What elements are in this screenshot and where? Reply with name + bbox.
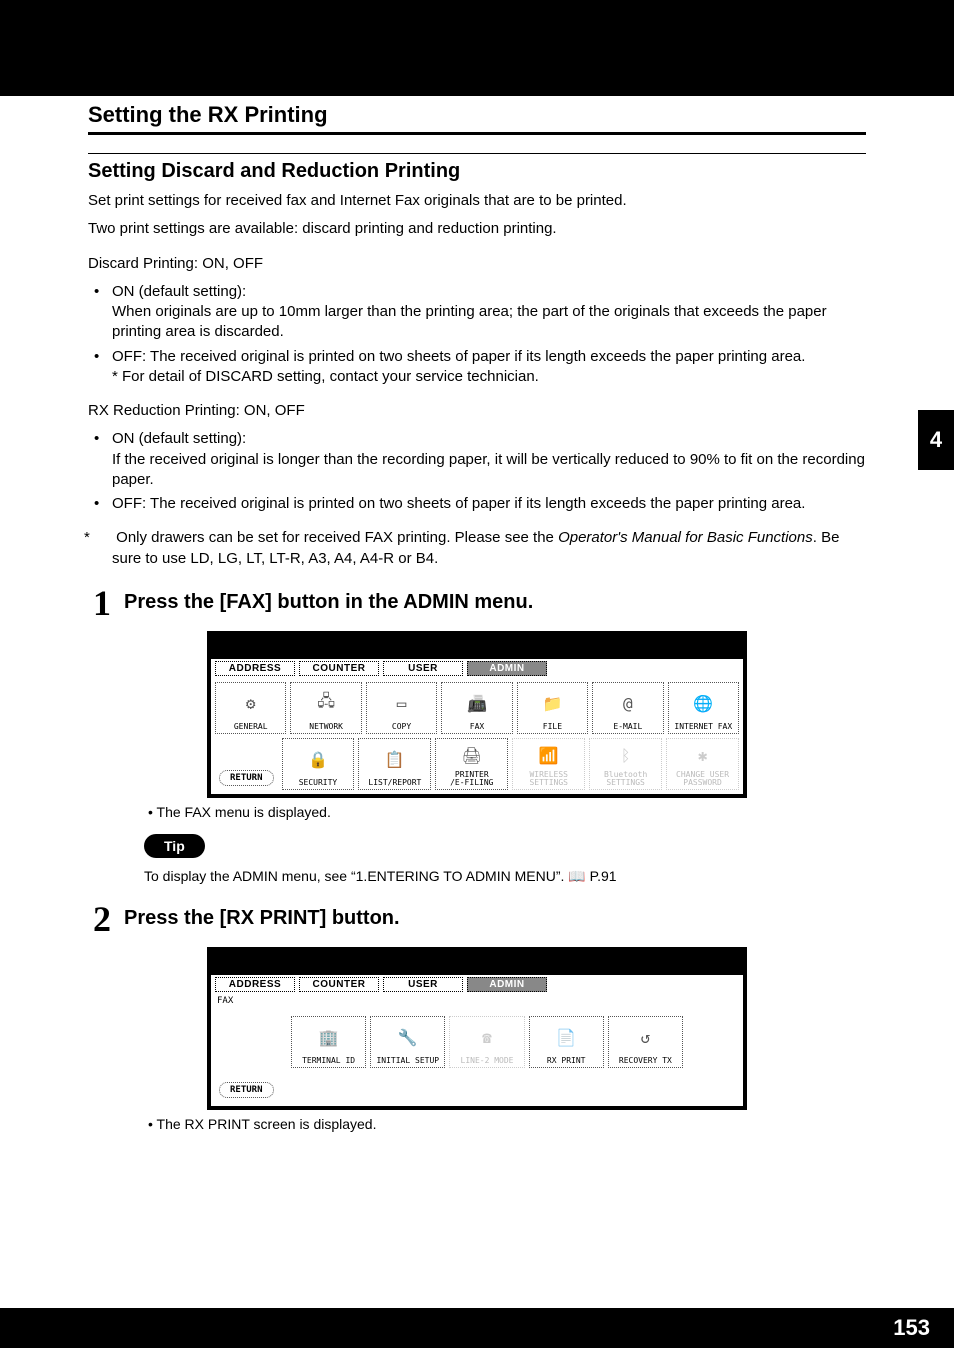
section-heading: Setting Discard and Reduction Printing	[88, 153, 866, 183]
screenshot-fax-menu: ADDRESS COUNTER USER ADMIN FAX 🏢TERMINAL…	[207, 947, 747, 1110]
heading-rule	[88, 132, 866, 135]
step-1-note: The FAX menu is displayed.	[148, 804, 866, 820]
discard-on-text: When originals are up to 10mm larger tha…	[112, 303, 827, 340]
step-1-number: 1	[88, 585, 116, 621]
step-2-note: The RX PRINT screen is displayed.	[148, 1116, 866, 1132]
rx-on-text: If the received original is longer than …	[112, 451, 865, 488]
rx-list: ON (default setting): If the received or…	[88, 429, 866, 514]
tab-address[interactable]: ADDRESS	[215, 661, 295, 676]
intro-p2: Two print settings are available: discar…	[88, 219, 866, 239]
wireless-icon: 📶	[539, 741, 559, 771]
copy-icon: ▭	[397, 685, 407, 722]
btn-fax[interactable]: 📠FAX	[441, 682, 512, 734]
rx-print-icon: 📄	[556, 1019, 576, 1056]
internet-fax-icon: 🌐	[693, 685, 713, 722]
btn-security[interactable]: 🔒SECURITY	[282, 738, 355, 790]
page-footer: 153	[0, 1308, 954, 1348]
step-1-title: Press the [FAX] button in the ADMIN menu…	[124, 585, 533, 614]
password-icon: ✱	[698, 741, 708, 771]
tab2-admin[interactable]: ADMIN	[467, 977, 547, 992]
bluetooth-icon: ᛒ	[621, 741, 631, 771]
email-icon: @	[623, 685, 633, 722]
drawer-footnote: * Only drawers can be set for received F…	[88, 528, 866, 569]
fax-sublabel: FAX	[211, 994, 743, 1008]
printer-efiling-icon: 🖨	[462, 741, 482, 771]
tab2-address[interactable]: ADDRESS	[215, 977, 295, 992]
btn-copy[interactable]: ▭COPY	[366, 682, 437, 734]
btn-internet-fax[interactable]: 🌐INTERNET FAX	[668, 682, 739, 734]
general-icon: ⚙	[246, 685, 256, 722]
footnote-prefix: Only drawers can be set for received FAX…	[116, 529, 558, 546]
recovery-tx-icon: ↺	[641, 1019, 651, 1056]
btn-network[interactable]: 🖧NETWORK	[290, 682, 361, 734]
rx-heading: RX Reduction Printing: ON, OFF	[88, 401, 866, 421]
step-1: 1 Press the [FAX] button in the ADMIN me…	[88, 585, 866, 621]
btn-return-1[interactable]: RETURN	[219, 770, 274, 786]
tab-counter[interactable]: COUNTER	[299, 661, 379, 676]
btn-rx-print[interactable]: 📄RX PRINT	[529, 1016, 604, 1068]
btn-general[interactable]: ⚙GENERAL	[215, 682, 286, 734]
btn-return-2[interactable]: RETURN	[219, 1082, 274, 1098]
top-black-bar	[0, 0, 954, 96]
step-2-title: Press the [RX PRINT] button.	[124, 901, 400, 930]
btn-line2-mode: ☎LINE-2 MODE	[449, 1016, 524, 1068]
btn-terminal-id[interactable]: 🏢TERMINAL ID	[291, 1016, 366, 1068]
discard-note: * For detail of DISCARD setting, contact…	[112, 368, 539, 385]
btn-file[interactable]: 📁FILE	[517, 682, 588, 734]
tip-badge: Tip	[144, 834, 205, 858]
tab2-counter[interactable]: COUNTER	[299, 977, 379, 992]
step-2: 2 Press the [RX PRINT] button.	[88, 901, 866, 937]
btn-printer-efiling[interactable]: 🖨PRINTER /E-FILING	[435, 738, 508, 790]
network-icon: 🖧	[317, 685, 335, 722]
btn-list-report[interactable]: 📋LIST/REPORT	[358, 738, 431, 790]
security-icon: 🔒	[308, 741, 328, 778]
fax-icon: 📠	[467, 685, 487, 722]
tip-text: To display the ADMIN menu, see “1.ENTERI…	[144, 868, 866, 885]
terminal-id-icon: 🏢	[319, 1019, 339, 1056]
discard-list: ON (default setting): When originals are…	[88, 282, 866, 387]
book-icon: 📖	[568, 868, 585, 884]
step-2-number: 2	[88, 901, 116, 937]
rx-off-text: OFF: The received original is printed on…	[88, 494, 866, 514]
discard-off-text: OFF: The received original is printed on…	[112, 348, 805, 365]
footnote-italic: Operator's Manual for Basic Functions	[558, 529, 813, 546]
chapter-tab: 4	[918, 410, 954, 470]
tab2-user[interactable]: USER	[383, 977, 463, 992]
file-icon: 📁	[542, 685, 562, 722]
btn-email[interactable]: @E-MAIL	[592, 682, 663, 734]
btn-bluetooth: ᛒBluetooth SETTINGS	[589, 738, 662, 790]
initial-setup-icon: 🔧	[398, 1019, 418, 1056]
intro-p1: Set print settings for received fax and …	[88, 191, 866, 211]
btn-initial-setup[interactable]: 🔧INITIAL SETUP	[370, 1016, 445, 1068]
btn-wireless: 📶WIRELESS SETTINGS	[512, 738, 585, 790]
list-report-icon: 📋	[385, 741, 405, 778]
btn-change-password: ✱CHANGE USER PASSWORD	[666, 738, 739, 790]
screenshot-admin-menu: ADDRESS COUNTER USER ADMIN ⚙GENERAL 🖧NET…	[207, 631, 747, 798]
page-number: 153	[893, 1315, 930, 1341]
rx-on-label: ON (default setting):	[112, 430, 246, 447]
line2-icon: ☎	[482, 1019, 492, 1056]
tab-admin[interactable]: ADMIN	[467, 661, 547, 676]
btn-recovery-tx[interactable]: ↺RECOVERY TX	[608, 1016, 683, 1068]
discard-on-label: ON (default setting):	[112, 283, 246, 300]
discard-heading: Discard Printing: ON, OFF	[88, 254, 866, 274]
page-heading: Setting the RX Printing	[88, 102, 866, 128]
tab-user[interactable]: USER	[383, 661, 463, 676]
